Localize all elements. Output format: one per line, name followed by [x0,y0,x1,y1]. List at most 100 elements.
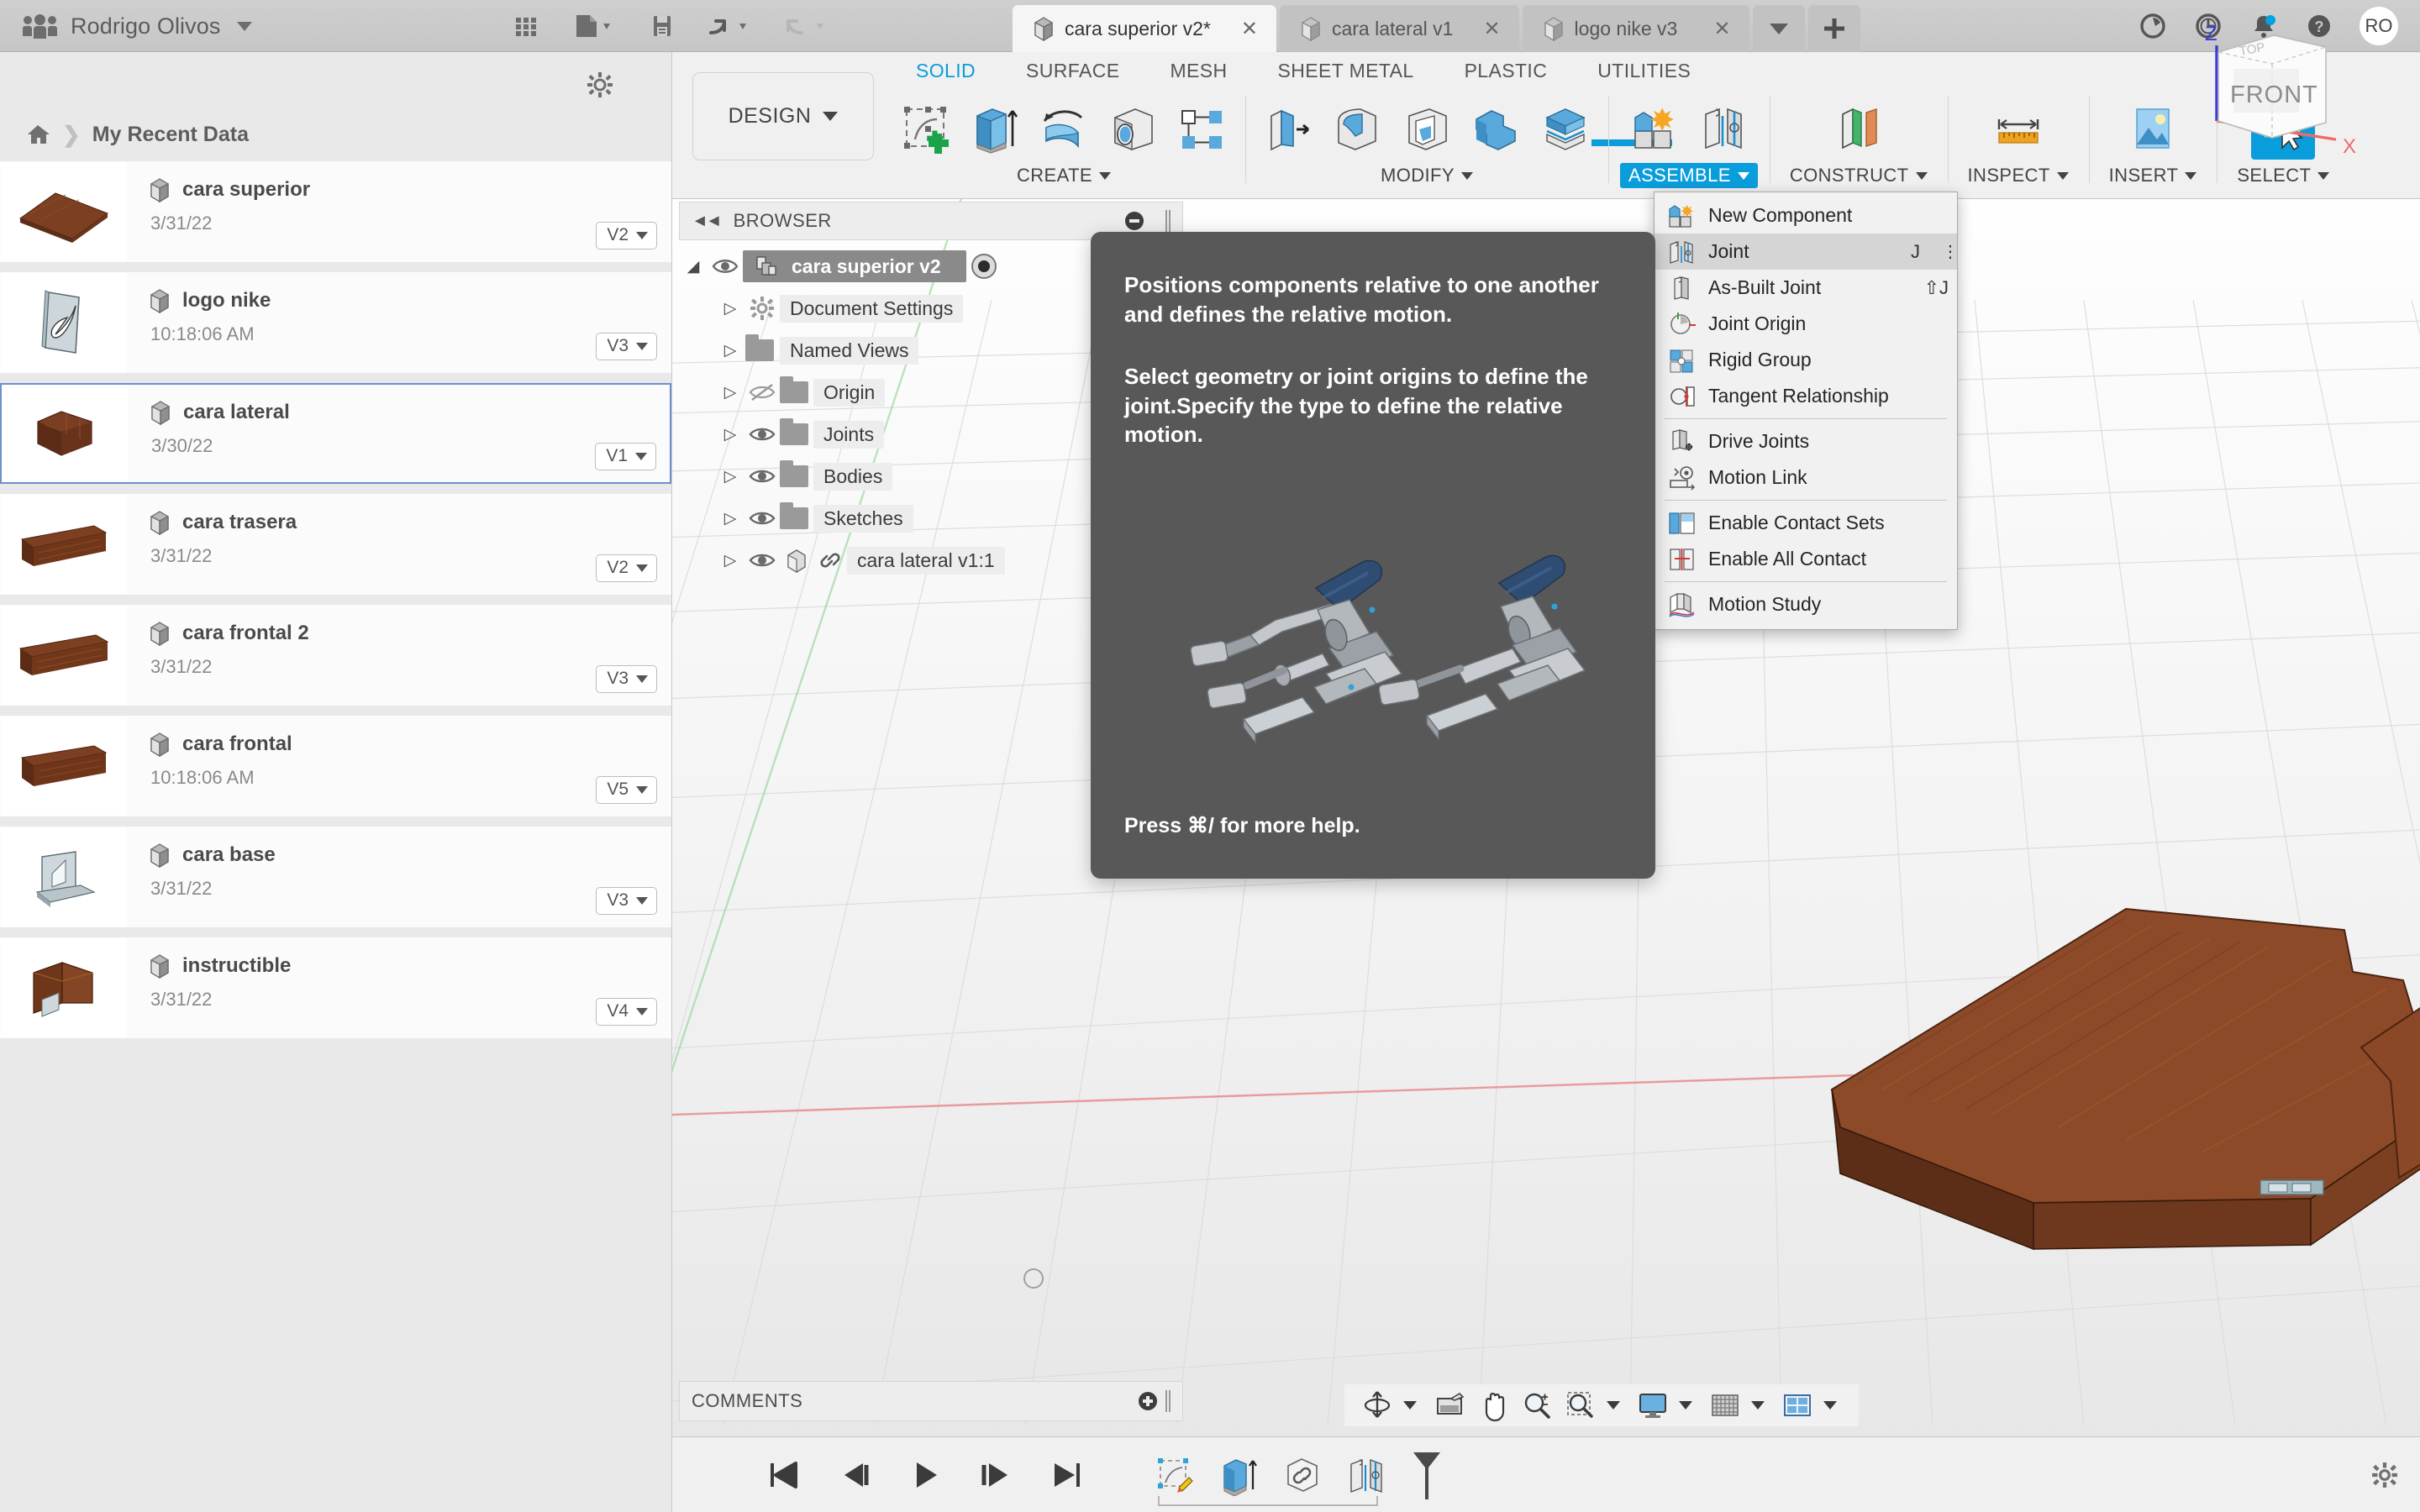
version-badge[interactable]: V3 [596,887,657,915]
ribbon-group-label-construct[interactable]: CONSTRUCT [1781,163,1936,188]
undo-icon[interactable] [706,11,755,41]
visibility-eye-icon[interactable] [744,466,780,486]
menu-item-as-built-joint[interactable]: As-Built Joint ⇧J [1655,270,1957,306]
workspace-switcher[interactable]: DESIGN [692,72,874,160]
new-component-icon[interactable] [1623,97,1686,160]
data-item-row[interactable]: instructible 3/31/22 V4 [0,937,671,1038]
jump-end-button[interactable] [1047,1457,1086,1493]
jump-start-button[interactable] [765,1457,803,1493]
menu-item-motion-study[interactable]: Motion Study [1655,586,1957,622]
new-tab-plus-icon[interactable] [1807,5,1860,52]
ribbon-group-label-assemble[interactable]: ASSEMBLE [1620,163,1758,188]
expand-arrow-icon[interactable]: ▷ [716,383,744,402]
ribbon-group-label-insert[interactable]: INSERT [2101,163,2206,188]
create-sketch-icon[interactable] [894,97,958,160]
new-document-icon[interactable] [570,11,618,41]
save-icon[interactable] [647,11,677,41]
joint-icon[interactable] [1691,97,1755,160]
close-icon[interactable]: ✕ [1463,17,1500,41]
tab-solid[interactable]: SOLID [891,56,1001,89]
menu-item-tangent-relationship[interactable]: Tangent Relationship [1655,378,1957,414]
orbit-icon[interactable] [1358,1388,1397,1423]
add-comment-icon[interactable] [1139,1392,1157,1410]
version-badge[interactable]: V5 [596,776,657,804]
visibility-eye-icon[interactable] [744,424,780,444]
version-badge[interactable]: V4 [596,998,657,1026]
chevron-down-icon[interactable] [1823,1401,1837,1410]
timeline-settings-icon[interactable] [2371,1462,2398,1488]
menu-item-joint[interactable]: Joint J ⋮ [1655,234,1959,270]
activate-component-radio[interactable] [971,254,997,279]
display-settings-icon[interactable] [1634,1388,1672,1423]
visibility-eye-icon[interactable] [744,508,780,528]
tab-sheet-metal[interactable]: SHEET METAL [1253,56,1439,89]
fillet-icon[interactable] [1326,97,1390,160]
resize-grip[interactable] [1165,210,1171,232]
chevron-down-icon[interactable] [1403,1401,1417,1410]
close-icon[interactable]: ✕ [1221,17,1258,41]
version-badge[interactable]: V1 [595,443,656,470]
viewports-icon[interactable] [1778,1388,1817,1423]
version-badge[interactable]: V2 [596,554,657,582]
expand-arrow-icon[interactable]: ◢ [679,257,708,276]
chevron-down-icon[interactable] [237,21,253,31]
joint-feature-icon[interactable] [1343,1452,1390,1498]
zoom-icon[interactable] [1518,1388,1556,1423]
revolve-icon[interactable] [1032,97,1096,160]
sketch-feature-icon[interactable] [1151,1452,1198,1498]
menu-item-joint-origin[interactable]: Joint Origin [1655,306,1957,342]
data-item-row-selected[interactable]: cara lateral 3/30/22 V1 [0,383,671,484]
insert-image-icon[interactable] [2121,97,2185,160]
document-tab-1[interactable]: cara lateral v1 ✕ [1279,5,1519,52]
look-at-icon[interactable] [1430,1388,1469,1423]
gear-icon[interactable] [587,72,613,97]
chevron-down-icon[interactable] [1679,1401,1692,1410]
expand-arrow-icon[interactable]: ▷ [716,425,744,444]
measure-icon[interactable] [1986,97,2050,160]
document-tab-0[interactable]: cara superior v2* ✕ [1013,5,1276,52]
expand-arrow-icon[interactable]: ▷ [716,509,744,528]
tab-utilities[interactable]: UTILITIES [1572,56,1716,89]
tab-plastic[interactable]: PLASTIC [1439,56,1573,89]
timeline-end-marker[interactable] [1408,1449,1440,1501]
menu-item-rigid-group[interactable]: Rigid Group [1655,342,1957,378]
resize-grip[interactable] [1165,1390,1171,1412]
redo-icon[interactable] [783,11,832,41]
expand-arrow-icon[interactable]: ▷ [716,467,744,486]
data-item-row[interactable]: logo nike 10:18:06 AM V3 [0,272,671,373]
chevron-down-icon[interactable] [1607,1401,1620,1410]
visibility-eye-icon[interactable] [708,257,743,276]
job-status-icon[interactable] [2138,11,2168,41]
breadcrumb-label[interactable]: My Recent Data [92,123,249,147]
construct-plane-icon[interactable] [1827,97,1891,160]
close-icon[interactable]: ✕ [1693,17,1730,41]
data-item-row[interactable]: cara frontal 2 3/31/22 V3 [0,605,671,706]
hole-icon[interactable] [1101,97,1165,160]
menu-item-overflow-icon[interactable]: ⋮ [1942,244,1959,260]
ribbon-group-label-modify[interactable]: MODIFY [1372,163,1481,188]
view-cube[interactable]: Z X TOP FRONT [2191,20,2385,180]
menu-item-new-component[interactable]: New Component [1655,197,1957,234]
ribbon-group-label-inspect[interactable]: INSPECT [1960,163,2077,188]
combine-icon[interactable] [1464,97,1528,160]
document-tab-2[interactable]: logo nike v3 ✕ [1522,5,1749,52]
minimize-icon[interactable] [1125,212,1144,230]
data-item-row[interactable]: cara base 3/31/22 V3 [0,827,671,927]
menu-item-motion-link[interactable]: Motion Link [1655,459,1957,496]
split-face-icon[interactable] [1533,97,1597,160]
expand-arrow-icon[interactable]: ▷ [716,299,744,318]
menu-item-enable-contact-sets[interactable]: Enable Contact Sets [1655,505,1957,541]
data-item-row[interactable]: cara superior 3/31/22 V2 [0,161,671,262]
zoom-window-icon[interactable] [1561,1388,1600,1423]
tab-surface[interactable]: SURFACE [1001,56,1144,89]
play-button[interactable] [906,1457,944,1493]
chevron-down-icon[interactable] [1751,1401,1765,1410]
visibility-hidden-eye-icon[interactable] [744,382,780,402]
collapse-left-icon[interactable]: ◄◄ [692,212,723,231]
extrude-icon[interactable] [963,97,1027,160]
ribbon-group-label-create[interactable]: CREATE [1008,163,1119,188]
menu-item-enable-all-contact[interactable]: Enable All Contact [1655,541,1957,577]
pan-hand-icon[interactable] [1474,1388,1512,1423]
shell-icon[interactable] [1395,97,1459,160]
version-badge[interactable]: V2 [596,222,657,249]
